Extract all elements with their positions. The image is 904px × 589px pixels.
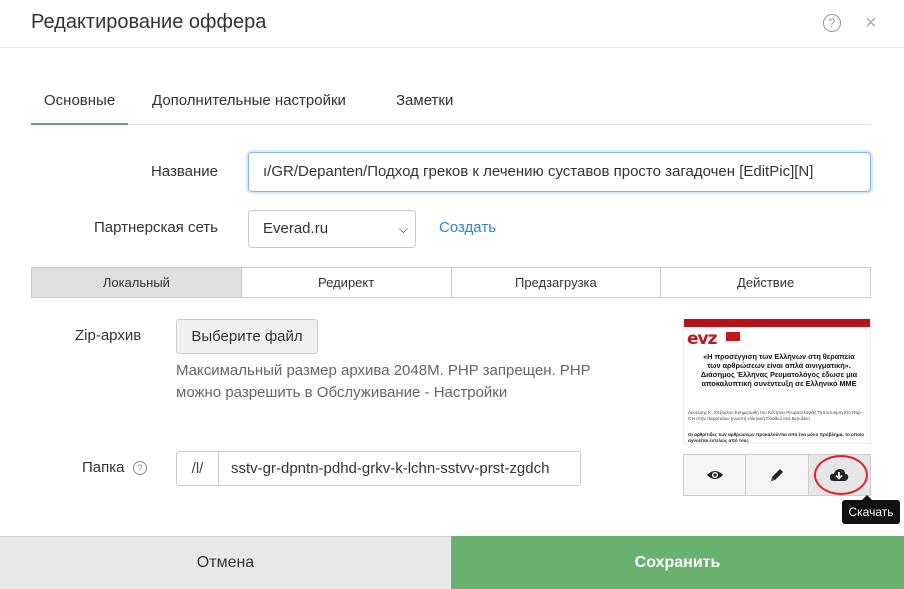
landing-preview-thumbnail[interactable]: evz «Η προσέγγιση των Ελλήνων στη θεραπε…: [683, 318, 871, 444]
name-label: Название: [150, 163, 218, 180]
zip-label: Zip-архив: [75, 327, 142, 344]
folder-label: Папка: [82, 459, 125, 476]
mode-tab-action[interactable]: Действие: [660, 268, 870, 297]
choose-file-button[interactable]: Выберите файл: [176, 319, 318, 354]
annotation-circle: [814, 455, 868, 495]
folder-help-icon[interactable]: ?: [133, 461, 147, 475]
mode-tab-local[interactable]: Локальный: [32, 268, 241, 297]
tab-notes[interactable]: Заметки: [383, 79, 466, 125]
tab-main[interactable]: Основные: [31, 79, 129, 125]
dialog-header: Редактирование оффера ? ×: [0, 0, 904, 48]
mode-tabs: Локальный Редирект Предзагрузка Действие: [31, 267, 871, 298]
network-label: Партнерская сеть: [93, 219, 218, 236]
preview-topbar: [684, 319, 870, 327]
preview-paragraph-2: Οι αρθρίτιδες των αρθρώσεων προκαλούνται…: [688, 432, 865, 443]
download-tooltip: Скачать: [842, 500, 900, 524]
folder-prefix: /l/: [177, 452, 219, 485]
folder-input-group: /l/ sstv-gr-dpntn-pdhd-grkv-k-lchn-sstvv…: [176, 451, 581, 486]
dialog-title: Редактирование оффера: [31, 11, 267, 33]
zip-help-text: Максимальный размер архива 2048M. PHP за…: [176, 362, 591, 401]
preview-button[interactable]: [684, 455, 746, 495]
eye-icon: [706, 471, 723, 479]
preview-logo-badge: [726, 332, 740, 341]
preview-logo: evz: [687, 329, 717, 349]
pencil-icon: [770, 469, 783, 481]
dialog-tabs: Основные Дополнительные настройки Заметк…: [31, 79, 871, 125]
network-select[interactable]: Everad.ru ⌵: [248, 210, 416, 248]
create-network-link[interactable]: Создать: [439, 219, 496, 236]
name-input[interactable]: ı/GR/Depanten/Подход греков к лечению су…: [248, 152, 871, 192]
edit-button[interactable]: [745, 455, 808, 495]
edit-offer-dialog: Редактирование оффера ? × Основные Допол…: [0, 0, 904, 589]
save-button[interactable]: Сохранить: [451, 536, 904, 589]
close-icon[interactable]: ×: [865, 12, 877, 34]
network-select-value: Everad.ru: [263, 220, 329, 237]
preview-paragraph: Λευτέρης Κ. Χιτζόγλου Ενημερώθη του Κέντ…: [688, 410, 863, 421]
tab-extra-settings[interactable]: Дополнительные настройки: [139, 79, 359, 125]
name-input-value: ı/GR/Depanten/Подход греков к лечению су…: [263, 163, 814, 180]
dialog-footer: Отмена Сохранить: [0, 536, 904, 589]
preview-headline: «Η προσέγγιση των Ελλήνων στη θεραπεία τ…: [700, 352, 858, 388]
help-icon[interactable]: ?: [823, 14, 841, 32]
chevron-down-icon: ⌵: [398, 222, 408, 236]
cancel-button[interactable]: Отмена: [0, 536, 451, 589]
mode-tab-redirect[interactable]: Редирект: [240, 268, 451, 297]
mode-tab-preload[interactable]: Предзагрузка: [450, 268, 661, 297]
folder-input[interactable]: sstv-gr-dpntn-pdhd-grkv-k-lchn-sstvv-prs…: [219, 452, 580, 485]
